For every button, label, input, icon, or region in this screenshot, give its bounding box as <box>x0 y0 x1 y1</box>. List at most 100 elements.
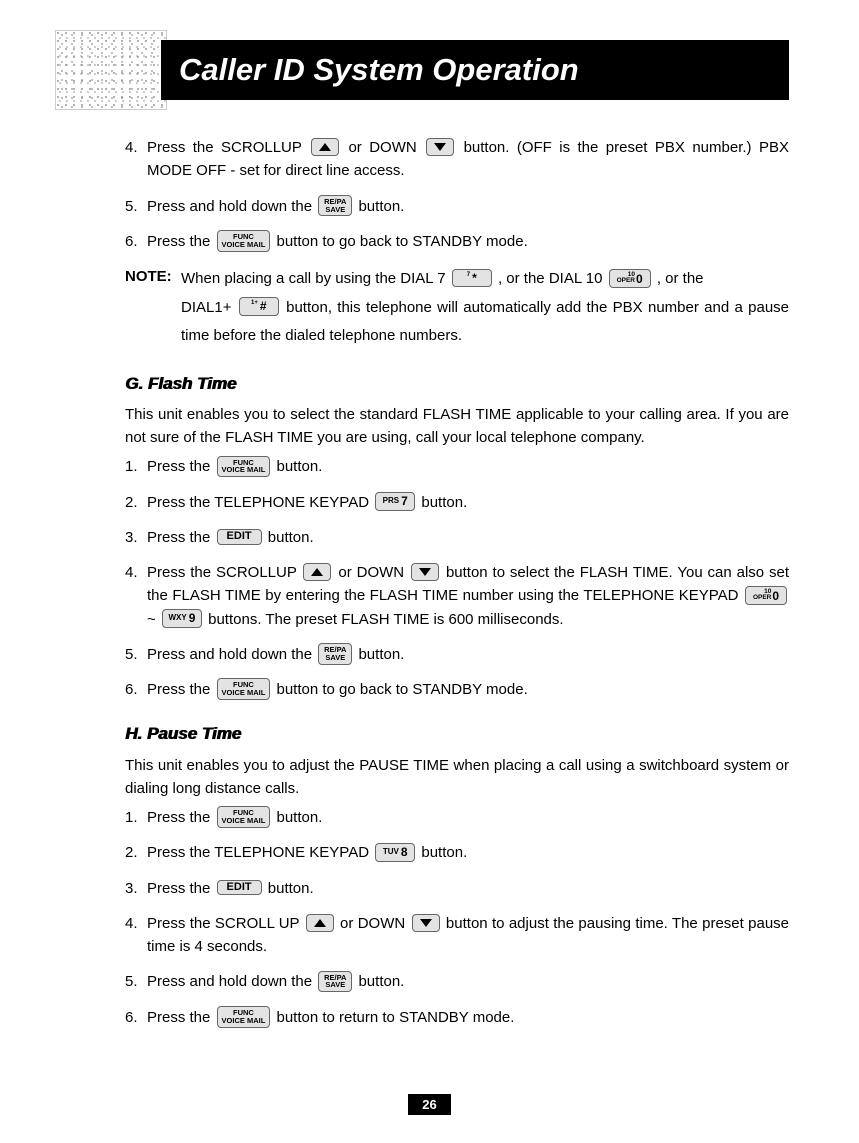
text: button. <box>421 844 467 861</box>
text: button. <box>421 494 467 511</box>
up-arrow-icon <box>319 143 331 151</box>
label: SAVE <box>325 981 345 989</box>
text: Press the <box>147 529 210 546</box>
text: Press and hold down the <box>147 973 312 990</box>
text: Press the SCROLLUP <box>147 564 297 581</box>
label: VOICE MAIL <box>222 689 266 697</box>
page-number-value: 26 <box>408 1094 450 1115</box>
text: button. <box>358 198 404 215</box>
step-6: 6. Press the FUNC VOICE MAIL button to g… <box>125 230 789 253</box>
text: button to go back to STANDBY mode. <box>276 681 527 698</box>
keypad-7[interactable]: PRS 7 <box>375 492 415 511</box>
keypad-star[interactable]: 7 * <box>452 269 492 288</box>
text: , or the DIAL 10 <box>498 270 603 287</box>
label: VOICE MAIL <box>222 466 266 474</box>
text: Press the <box>147 458 210 475</box>
save-button[interactable]: RE/PA SAVE <box>318 643 352 665</box>
sub: TUV <box>383 848 399 856</box>
scroll-down-button[interactable] <box>426 138 454 156</box>
section-g-intro: This unit enables you to select the stan… <box>125 403 789 450</box>
down-arrow-icon <box>434 143 446 151</box>
note-label: NOTE <box>125 268 167 285</box>
text: buttons. The preset FLASH TIME is 600 mi… <box>208 611 563 628</box>
text: Press the SCROLL UP <box>147 915 299 932</box>
section-h-heading: H. Pause Time <box>125 721 789 747</box>
func-button[interactable]: FUNC VOICE MAIL <box>217 230 271 252</box>
decorative-texture <box>55 30 167 110</box>
digit: # <box>260 300 267 313</box>
text: button. <box>276 809 322 826</box>
scroll-down-button[interactable] <box>412 914 440 932</box>
keypad-0[interactable]: 10OPER 0 <box>745 586 787 605</box>
text: or DOWN <box>338 564 404 581</box>
step-4: 4. Press the SCROLLUP or DOWN button. (O… <box>125 136 789 183</box>
sub: 10OPER <box>617 272 635 285</box>
keypad-8[interactable]: TUV 8 <box>375 843 415 862</box>
digit: 7 <box>401 495 408 508</box>
text: button. <box>268 880 314 897</box>
text: DIAL1+ <box>181 299 231 316</box>
edit-button[interactable]: EDIT <box>217 529 262 545</box>
text: Press and hold down the <box>147 198 312 215</box>
label: SAVE <box>325 206 345 214</box>
step-5: 5. Press and hold down the RE/PA SAVE bu… <box>125 643 789 666</box>
scroll-up-button[interactable] <box>303 563 331 581</box>
keypad-0[interactable]: 10OPER 0 <box>609 269 651 288</box>
text: Press the SCROLLUP <box>147 139 302 156</box>
text: , or the <box>657 270 704 287</box>
down-arrow-icon <box>419 568 431 576</box>
page-title: Caller ID System Operation <box>161 40 789 100</box>
save-button[interactable]: RE/PA SAVE <box>318 195 352 217</box>
step-1: 1. Press the FUNC VOICE MAIL button. <box>125 455 789 478</box>
text: Press the <box>147 1009 210 1026</box>
scroll-down-button[interactable] <box>411 563 439 581</box>
up-arrow-icon <box>311 568 323 576</box>
scroll-up-button[interactable] <box>306 914 334 932</box>
text: button. <box>268 529 314 546</box>
text: Press the TELEPHONE KEYPAD <box>147 494 369 511</box>
text: or DOWN <box>348 139 416 156</box>
step-5: 5. Press and hold down the RE/PA SAVE bu… <box>125 195 789 218</box>
sub: WXY <box>168 614 186 622</box>
step-6: 6. Press the FUNC VOICE MAIL button to r… <box>125 1006 789 1029</box>
sub: PRS <box>383 497 399 505</box>
text: Press the TELEPHONE KEYPAD <box>147 844 369 861</box>
list-continued: 4. Press the SCROLLUP or DOWN button. (O… <box>125 136 789 253</box>
text: ~ <box>147 611 156 628</box>
digit: * <box>472 272 477 285</box>
step-4: 4. Press the SCROLL UP or DOWN button to… <box>125 912 789 959</box>
save-button[interactable]: RE/PA SAVE <box>318 971 352 993</box>
text: Press the <box>147 809 210 826</box>
list-h: 1. Press the FUNC VOICE MAIL button. 2. … <box>125 806 789 1029</box>
step-3: 3. Press the EDIT button. <box>125 526 789 549</box>
superscript: 1+ <box>251 300 258 306</box>
step-5: 5. Press and hold down the RE/PA SAVE bu… <box>125 970 789 993</box>
func-button[interactable]: FUNC VOICE MAIL <box>217 678 271 700</box>
text: Press the <box>147 880 210 897</box>
digit: 0 <box>636 273 643 285</box>
step-2: 2. Press the TELEPHONE KEYPAD PRS 7 butt… <box>125 491 789 514</box>
text: or DOWN <box>340 915 405 932</box>
scroll-up-button[interactable] <box>311 138 339 156</box>
func-button[interactable]: FUNC VOICE MAIL <box>217 1006 271 1028</box>
text: button. <box>276 458 322 475</box>
step-2: 2. Press the TELEPHONE KEYPAD TUV 8 butt… <box>125 841 789 864</box>
step-4: 4. Press the SCROLLUP or DOWN button to … <box>125 561 789 631</box>
digit: 0 <box>772 590 779 602</box>
label: SAVE <box>325 654 345 662</box>
func-button[interactable]: FUNC VOICE MAIL <box>217 456 271 478</box>
text: button. <box>358 973 404 990</box>
label: VOICE MAIL <box>222 817 266 825</box>
text: When placing a call by using the DIAL 7 <box>181 270 446 287</box>
text: button to return to STANDBY mode. <box>276 1009 514 1026</box>
step-6: 6. Press the FUNC VOICE MAIL button to g… <box>125 678 789 701</box>
page-number: 26 <box>0 1094 859 1115</box>
content: 4. Press the SCROLLUP or DOWN button. (O… <box>55 136 789 1029</box>
keypad-9[interactable]: WXY 9 <box>162 609 202 628</box>
func-button[interactable]: FUNC VOICE MAIL <box>217 806 271 828</box>
edit-button[interactable]: EDIT <box>217 880 262 896</box>
keypad-hash[interactable]: 1+ # <box>239 297 279 316</box>
down-arrow-icon <box>420 919 432 927</box>
digit: 8 <box>401 846 408 859</box>
list-g: 1. Press the FUNC VOICE MAIL button. 2. … <box>125 455 789 701</box>
